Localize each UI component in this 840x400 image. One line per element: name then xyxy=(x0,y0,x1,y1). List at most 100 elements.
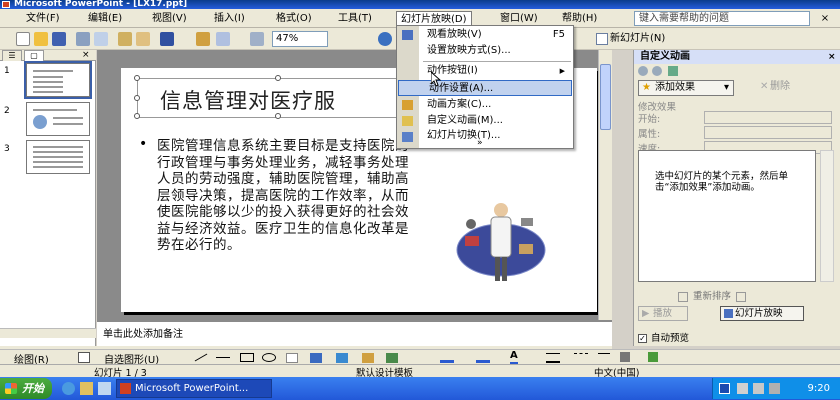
start-select[interactable] xyxy=(704,111,832,124)
menu-item-action-settings[interactable]: 动作设置(A)... xyxy=(398,80,572,96)
menu-item-slide-transition[interactable]: 幻灯片切换(T)... xyxy=(397,129,573,143)
resize-handle[interactable] xyxy=(134,95,140,101)
network-icon[interactable] xyxy=(737,383,748,394)
close-document-button[interactable]: × xyxy=(818,12,832,25)
menu-slideshow[interactable]: 幻灯片放映(D) xyxy=(396,11,472,26)
cut-icon[interactable] xyxy=(118,32,132,46)
delete-button[interactable]: ✕ 删除 xyxy=(758,80,810,96)
menu-item-action-buttons[interactable]: 动作按钮(I) ▶ xyxy=(397,63,573,79)
font-color-icon[interactable]: A xyxy=(510,350,518,364)
title-placeholder[interactable]: 信息管理对医疗服 xyxy=(134,75,417,119)
resize-handle[interactable] xyxy=(275,75,281,81)
transition-icon xyxy=(402,132,413,142)
menu-item-view-show[interactable]: 观看放映(V) F5 xyxy=(397,27,573,43)
dash-style-icon[interactable] xyxy=(574,353,588,363)
preview-icon[interactable] xyxy=(94,32,108,46)
scroll-thumb[interactable] xyxy=(600,64,611,130)
windows-logo-icon xyxy=(5,383,17,394)
paste-icon[interactable] xyxy=(136,32,150,46)
line-color-icon[interactable] xyxy=(476,353,490,363)
menu-item-label: 观看放映(V) xyxy=(427,29,482,40)
auto-preview-checkbox[interactable]: ✓ 自动预览 xyxy=(638,330,689,344)
animation-list-scrollbar[interactable] xyxy=(820,150,834,282)
home-icon[interactable] xyxy=(668,66,678,76)
textbox-icon[interactable] xyxy=(286,353,298,363)
menu-view[interactable]: 视图(V) xyxy=(148,11,191,26)
start-label: 开始: xyxy=(638,114,661,125)
menu-help[interactable]: 帮助(H) xyxy=(558,11,601,26)
taskbar-powerpoint-button[interactable]: Microsoft PowerPoint... xyxy=(116,379,272,398)
table-icon[interactable] xyxy=(216,32,230,46)
grid-icon[interactable] xyxy=(250,32,264,46)
tab-slides[interactable]: ▢ xyxy=(24,50,44,61)
add-effect-button[interactable]: ★ 添加效果 ▾ xyxy=(638,80,734,96)
slide-body-text[interactable]: 医院管理信息系统主要目标是支持医院的行政管理与事务处理业务，减轻事务处理人员的劳… xyxy=(157,138,419,254)
menu-window[interactable]: 窗口(W) xyxy=(496,11,542,26)
expand-menu-icon[interactable]: » xyxy=(477,138,483,148)
clipart-icon[interactable] xyxy=(362,353,374,363)
help-search-input[interactable]: 键入需要帮助的问题 xyxy=(634,11,810,26)
play-button[interactable]: ▶ 播放 xyxy=(638,306,688,321)
move-down-icon[interactable] xyxy=(736,291,747,302)
tray-app-icon[interactable] xyxy=(769,383,780,394)
arrow-style-icon[interactable] xyxy=(598,353,610,363)
line-icon[interactable] xyxy=(194,353,208,362)
arrow-icon[interactable] xyxy=(216,357,230,358)
new-slide-button[interactable]: 新幻灯片(N) xyxy=(596,31,665,47)
save-icon[interactable] xyxy=(52,32,66,46)
back-icon[interactable] xyxy=(638,66,648,76)
reorder-controls[interactable]: 重新排序 xyxy=(678,288,798,302)
picture-icon[interactable] xyxy=(386,353,398,363)
oval-icon[interactable] xyxy=(262,353,276,362)
menu-edit[interactable]: 编辑(E) xyxy=(84,11,126,26)
zoom-select[interactable]: 47% xyxy=(272,31,328,47)
notes-pane[interactable]: 单击此处添加备注 xyxy=(97,320,612,346)
doctor-clipart-image[interactable] xyxy=(451,188,551,288)
slide-thumbnail-1[interactable] xyxy=(24,61,92,99)
open-icon[interactable] xyxy=(34,32,48,46)
chart-icon[interactable] xyxy=(196,32,210,46)
help-icon[interactable] xyxy=(378,32,392,46)
thumb-line xyxy=(33,156,83,158)
rectangle-icon[interactable] xyxy=(240,353,254,362)
fill-color-icon[interactable] xyxy=(440,353,454,363)
task-pane-close-button[interactable]: × xyxy=(828,50,836,64)
status-bar: 幻灯片 1 / 3 默认设计模板 中文(中国) xyxy=(0,364,840,379)
line-style-icon[interactable] xyxy=(546,353,560,363)
desktop-icon[interactable] xyxy=(98,382,111,395)
menu-format[interactable]: 格式(O) xyxy=(272,11,316,26)
menu-item-set-up-show[interactable]: 设置放映方式(S)... xyxy=(397,43,573,59)
wordart-icon[interactable] xyxy=(310,353,322,363)
menu-file[interactable]: 文件(F) xyxy=(22,11,64,26)
move-up-icon[interactable] xyxy=(678,291,688,302)
animation-list[interactable]: 选中幻灯片的某个元素，然后单击“添加效果”添加动画。 xyxy=(638,150,816,282)
select-pointer-icon[interactable] xyxy=(78,352,90,363)
input-method-icon[interactable] xyxy=(719,383,730,394)
undo-icon[interactable] xyxy=(160,32,174,46)
internet-explorer-icon[interactable] xyxy=(62,382,75,395)
property-select[interactable] xyxy=(704,126,832,139)
new-icon[interactable] xyxy=(16,32,30,46)
start-button[interactable]: 开始 xyxy=(0,378,52,399)
volume-icon[interactable] xyxy=(753,383,764,394)
tab-outline[interactable]: ☰ xyxy=(2,50,22,61)
print-icon[interactable] xyxy=(76,32,90,46)
slide-thumbnail-3[interactable] xyxy=(26,140,90,174)
slideshow-button[interactable]: 幻灯片放映 xyxy=(720,306,804,321)
menu-insert[interactable]: 插入(I) xyxy=(210,11,249,26)
resize-handle[interactable] xyxy=(134,75,140,81)
menu-item-custom-animation[interactable]: 自定义动画(M)... xyxy=(397,113,573,129)
3d-icon[interactable] xyxy=(648,352,658,362)
shadow-icon[interactable] xyxy=(620,352,630,362)
menu-tools[interactable]: 工具(T) xyxy=(334,11,376,26)
menu-item-animation-schemes[interactable]: 动画方案(C)... xyxy=(397,97,573,113)
play-icon: ▶ xyxy=(642,308,650,319)
slide-thumbnail-2[interactable] xyxy=(26,102,90,136)
resize-handle[interactable] xyxy=(134,113,140,119)
resize-handle[interactable] xyxy=(275,113,281,119)
diagram-icon[interactable] xyxy=(336,353,348,363)
panel-close-button[interactable]: × xyxy=(82,50,90,61)
forward-icon[interactable] xyxy=(652,66,662,76)
folder-icon[interactable] xyxy=(80,382,93,395)
vertical-scrollbar[interactable] xyxy=(598,50,612,320)
